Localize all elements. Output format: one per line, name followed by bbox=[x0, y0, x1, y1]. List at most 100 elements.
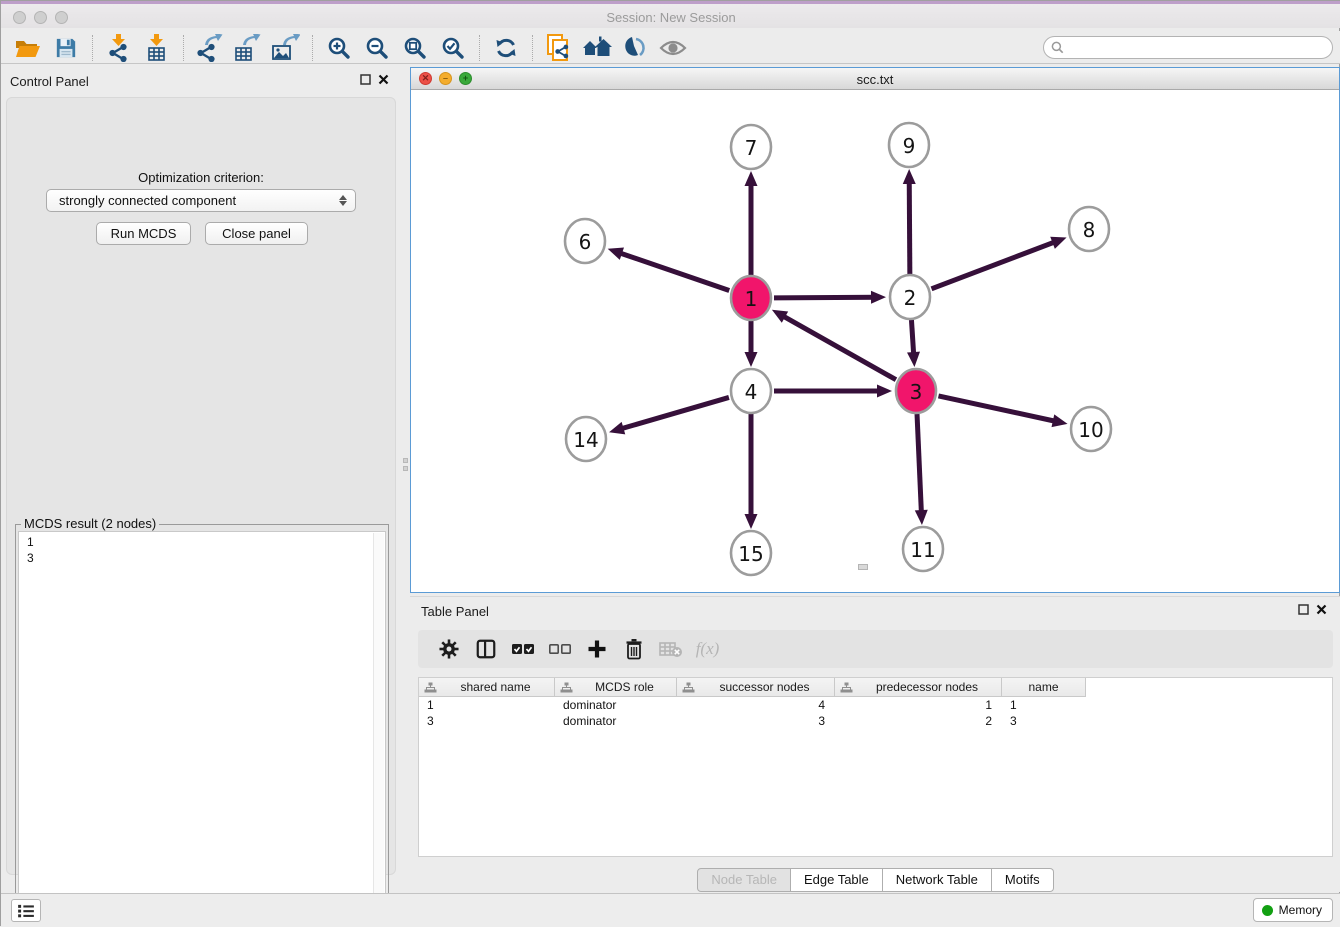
edge-1-2[interactable] bbox=[774, 297, 877, 298]
svg-text:1: 1 bbox=[745, 287, 758, 311]
export-table-icon[interactable] bbox=[229, 33, 267, 63]
cell-shared-name[interactable]: 3 bbox=[419, 713, 555, 729]
node-table[interactable]: shared name MCDS role successor nodes pr… bbox=[418, 677, 1333, 857]
tab-motifs[interactable]: Motifs bbox=[992, 868, 1054, 892]
refresh-icon[interactable] bbox=[487, 33, 525, 63]
run-mcds-button[interactable]: Run MCDS bbox=[96, 222, 191, 245]
edge-arrow-icon bbox=[903, 169, 916, 184]
home-icon[interactable] bbox=[578, 33, 616, 63]
status-bar: Memory bbox=[1, 893, 1340, 927]
zoom-in-icon[interactable] bbox=[320, 33, 358, 63]
node-10[interactable]: 10 bbox=[1071, 407, 1111, 451]
network-window: ✕ – + scc.txt 7 9 6 8 1 2 4 3 14 10 15 1… bbox=[410, 67, 1340, 593]
delete-table-icon[interactable] bbox=[652, 634, 689, 664]
open-session-icon[interactable] bbox=[9, 33, 47, 63]
import-table-icon[interactable] bbox=[138, 33, 176, 63]
search-input[interactable] bbox=[1068, 39, 1332, 57]
node-2[interactable]: 2 bbox=[890, 275, 930, 319]
zoom-selected-icon[interactable] bbox=[434, 33, 472, 63]
edge-2-8[interactable] bbox=[932, 241, 1059, 289]
cell-successor-nodes[interactable]: 4 bbox=[677, 697, 835, 713]
cell-MCDS-role[interactable]: dominator bbox=[555, 697, 677, 713]
edge-arrow-icon bbox=[1050, 237, 1066, 249]
cell-predecessor-nodes[interactable]: 2 bbox=[835, 713, 1002, 729]
export-network-icon[interactable] bbox=[191, 33, 229, 63]
float-table-panel-icon[interactable] bbox=[1298, 604, 1309, 615]
toolbar-separator bbox=[479, 35, 480, 61]
svg-text:4: 4 bbox=[745, 380, 758, 404]
task-history-button[interactable] bbox=[11, 899, 41, 922]
edge-1-6[interactable] bbox=[616, 252, 729, 291]
export-image-icon[interactable] bbox=[267, 33, 305, 63]
eye-icon[interactable] bbox=[654, 33, 692, 63]
clear-checks-icon[interactable] bbox=[541, 634, 578, 664]
table-row[interactable]: 3dominator323 bbox=[419, 713, 1086, 729]
criterion-select[interactable]: strongly connected component bbox=[46, 189, 356, 212]
import-network-icon[interactable] bbox=[100, 33, 138, 63]
hierarchy-icon bbox=[560, 682, 573, 693]
svg-text:8: 8 bbox=[1083, 218, 1096, 242]
fx-label: f(x) bbox=[696, 639, 720, 659]
mcds-panel-body: Optimization criterion: strongly connect… bbox=[6, 97, 396, 875]
search-box[interactable] bbox=[1043, 36, 1333, 59]
titlebar: Session: New Session bbox=[1, 1, 1340, 28]
svg-text:2: 2 bbox=[904, 286, 917, 310]
edge-3-11[interactable] bbox=[917, 414, 922, 516]
svg-text:11: 11 bbox=[910, 538, 935, 562]
clone-network-icon[interactable] bbox=[540, 33, 578, 63]
cell-name[interactable]: 1 bbox=[1002, 697, 1086, 713]
node-8[interactable]: 8 bbox=[1069, 207, 1109, 251]
table-row[interactable]: 1dominator411 bbox=[419, 697, 1086, 713]
column-header-successor-nodes[interactable]: successor nodes bbox=[677, 678, 835, 697]
edge-2-9[interactable] bbox=[909, 178, 910, 274]
zoom-fit-icon[interactable] bbox=[396, 33, 434, 63]
network-canvas[interactable]: 7 9 6 8 1 2 4 3 14 10 15 11 bbox=[411, 90, 1339, 592]
fx-icon[interactable]: f(x) bbox=[689, 634, 726, 664]
select-chevrons-icon bbox=[339, 195, 347, 206]
tab-node-table[interactable]: Node Table bbox=[697, 868, 791, 892]
add-row-icon[interactable] bbox=[578, 634, 615, 664]
node-14[interactable]: 14 bbox=[566, 417, 606, 461]
table-panel: Table Panel f(x) bbox=[410, 596, 1340, 892]
save-session-icon[interactable] bbox=[47, 33, 85, 63]
tab-edge-table[interactable]: Edge Table bbox=[791, 868, 883, 892]
select-all-checks-icon[interactable] bbox=[504, 634, 541, 664]
node-1[interactable]: 1 bbox=[731, 276, 771, 320]
memory-button[interactable]: Memory bbox=[1253, 898, 1333, 922]
cell-shared-name[interactable]: 1 bbox=[419, 697, 555, 713]
column-header-predecessor-nodes[interactable]: predecessor nodes bbox=[835, 678, 1002, 697]
edge-3-1[interactable] bbox=[780, 314, 896, 380]
result-scrollbar[interactable] bbox=[373, 533, 384, 898]
gear-icon[interactable] bbox=[430, 634, 467, 664]
cell-predecessor-nodes[interactable]: 1 bbox=[835, 697, 1002, 713]
float-panel-icon[interactable] bbox=[360, 74, 371, 85]
split-view-icon[interactable] bbox=[467, 634, 504, 664]
cell-MCDS-role[interactable]: dominator bbox=[555, 713, 677, 729]
panel-splitter[interactable] bbox=[401, 451, 409, 477]
close-panel-button[interactable]: Close panel bbox=[205, 222, 308, 245]
node-6[interactable]: 6 bbox=[565, 219, 605, 263]
edge-4-14[interactable] bbox=[618, 397, 729, 429]
close-table-panel-icon[interactable] bbox=[1316, 604, 1327, 615]
delete-row-icon[interactable] bbox=[615, 634, 652, 664]
network-window-title: scc.txt bbox=[411, 72, 1339, 87]
cell-successor-nodes[interactable]: 3 bbox=[677, 713, 835, 729]
column-header-name[interactable]: name bbox=[1002, 678, 1086, 697]
zoom-out-icon[interactable] bbox=[358, 33, 396, 63]
node-11[interactable]: 11 bbox=[903, 527, 943, 571]
close-panel-icon[interactable] bbox=[378, 74, 389, 85]
tab-network-table[interactable]: Network Table bbox=[883, 868, 992, 892]
canvas-splitter-handle[interactable] bbox=[858, 564, 868, 570]
node-4[interactable]: 4 bbox=[731, 369, 771, 413]
column-header-MCDS-role[interactable]: MCDS role bbox=[555, 678, 677, 697]
network-window-titlebar[interactable]: ✕ – + scc.txt bbox=[411, 68, 1339, 90]
node-9[interactable]: 9 bbox=[889, 123, 929, 167]
edge-3-10[interactable] bbox=[938, 396, 1058, 422]
cell-name[interactable]: 3 bbox=[1002, 713, 1086, 729]
column-header-shared-name[interactable]: shared name bbox=[419, 678, 555, 697]
node-15[interactable]: 15 bbox=[731, 531, 771, 575]
node-3[interactable]: 3 bbox=[896, 369, 936, 413]
cyndex-icon[interactable] bbox=[616, 33, 654, 63]
mcds-result-textarea[interactable]: 1 3 bbox=[18, 531, 386, 900]
node-7[interactable]: 7 bbox=[731, 125, 771, 169]
